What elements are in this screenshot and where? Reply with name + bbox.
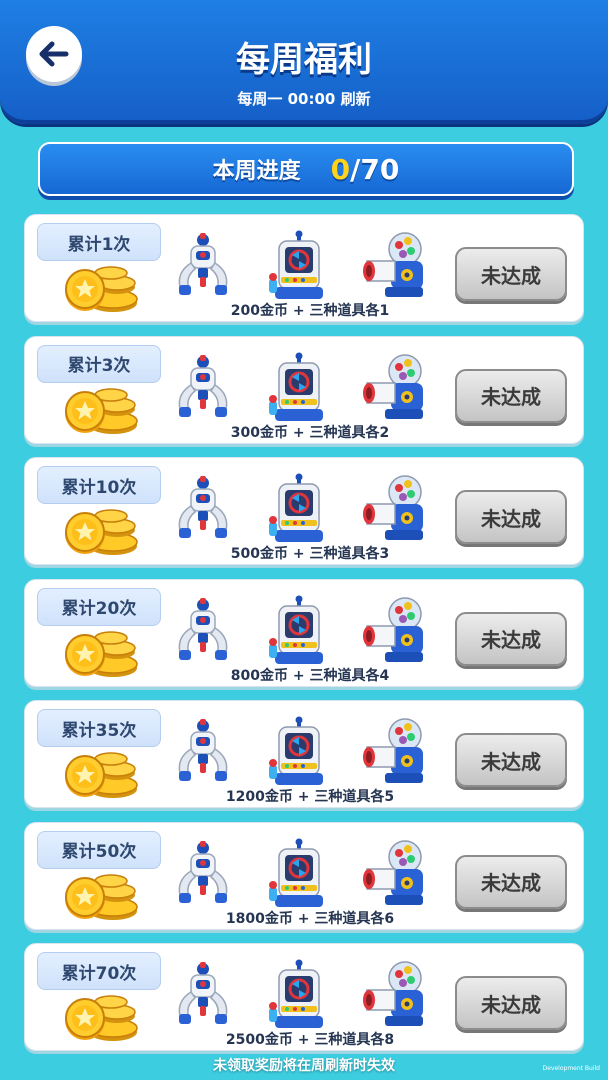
reward-description: 500金币 + 三种道具各3	[175, 543, 445, 563]
dev-build-watermark: Development Build	[542, 1065, 600, 1072]
claw-robot-icon	[178, 962, 228, 1024]
status-label: 未达成	[481, 506, 541, 531]
progress-current: 0	[330, 152, 351, 186]
tier-requirement-badge: 累计20次	[37, 587, 161, 626]
arcade-machine-icon	[269, 352, 323, 421]
claw-robot-icon	[178, 233, 228, 295]
reward-label: 200金币 + 三种道具各1	[230, 303, 390, 319]
reward-tier-list: 累计1次 200金币 + 三种道具各1 未达成 累计3次 300金币 + 三种道…	[24, 214, 584, 1065]
reward-label: 2500金币 + 三种道具各8	[225, 1032, 395, 1048]
reward-description: 800金币 + 三种道具各4	[175, 665, 445, 685]
tier-badge-label: 累计1次	[67, 234, 131, 255]
status-label: 未达成	[481, 385, 541, 409]
expiry-notice: 未领取奖励将在周刷新时失效	[213, 1058, 395, 1074]
tier-requirement-badge: 累计10次	[37, 466, 161, 504]
weekly-progress-bar: 本周进度 0 /70	[38, 142, 574, 196]
ball-cannon-icon	[363, 475, 423, 540]
tier-badge-label: 累计10次	[61, 477, 137, 498]
tier-badge-label: 累计20次	[61, 599, 137, 619]
arcade-machine-icon	[269, 230, 323, 299]
tier-requirement-badge: 累计3次	[37, 344, 161, 383]
gold-coins-icon	[65, 266, 138, 312]
claim-status-button[interactable]: 未达成	[455, 976, 567, 1030]
ball-cannon-icon	[363, 596, 423, 662]
refresh-subtitle: 每周一 00:00 刷新	[237, 90, 371, 108]
gold-coins-icon	[65, 995, 138, 1041]
claim-status-button[interactable]: 未达成	[455, 611, 567, 666]
reward-tier-card: 累计50次 1800金币 + 三种道具各6 未达成	[24, 821, 584, 930]
arcade-machine-icon	[269, 473, 323, 542]
reward-label: 1800金币 + 三种道具各6	[225, 910, 395, 927]
reward-description: 1800金币 + 三种道具各6	[175, 908, 445, 928]
reward-tier-card: 累计20次 800金币 + 三种道具各4 未达成	[24, 578, 584, 687]
claw-robot-icon	[178, 354, 228, 417]
arcade-machine-icon	[269, 959, 323, 1028]
reward-description: 1200金币 + 三种道具各5	[175, 786, 445, 806]
claw-robot-icon	[178, 597, 228, 660]
arcade-machine-icon	[269, 595, 323, 664]
tier-requirement-badge: 累计50次	[37, 830, 161, 869]
tier-badge-label: 累计35次	[61, 720, 137, 741]
reward-label: 500金币 + 三种道具各3	[230, 546, 390, 562]
reward-tier-card: 累计70次 2500金币 + 三种道具各8 未达成	[24, 943, 584, 1051]
progress-label: 本周进度	[212, 159, 301, 184]
claim-status-button[interactable]: 未达成	[455, 368, 567, 423]
ball-cannon-icon	[363, 839, 423, 905]
ball-cannon-icon	[363, 353, 423, 419]
claim-status-button[interactable]: 未达成	[455, 854, 567, 909]
claim-status-button[interactable]: 未达成	[455, 247, 567, 301]
arcade-machine-icon	[269, 716, 323, 785]
reward-label: 300金币 + 三种道具各2	[230, 424, 390, 441]
ball-cannon-icon	[363, 232, 423, 297]
reward-label: 1200金币 + 三种道具各5	[225, 789, 395, 805]
status-label: 未达成	[481, 263, 541, 288]
tier-badge-label: 累计70次	[61, 963, 137, 984]
reward-description: 200金币 + 三种道具各1	[175, 300, 445, 320]
tier-badge-label: 累计3次	[67, 356, 131, 376]
status-label: 未达成	[481, 992, 541, 1017]
gold-coins-icon	[65, 873, 138, 920]
claw-robot-icon	[178, 719, 228, 781]
reward-description: 2500金币 + 三种道具各8	[175, 1029, 445, 1049]
progress-total: /70	[350, 152, 400, 186]
gold-coins-icon	[65, 509, 138, 555]
tier-requirement-badge: 累计35次	[37, 709, 161, 747]
claw-robot-icon	[178, 476, 228, 538]
gold-coins-icon	[65, 630, 138, 677]
gold-coins-icon	[65, 752, 138, 798]
tier-requirement-badge: 累计1次	[37, 223, 161, 261]
ball-cannon-icon	[363, 718, 423, 783]
reward-tier-card: 累计1次 200金币 + 三种道具各1 未达成	[24, 214, 584, 322]
reward-tier-card: 累计3次 300金币 + 三种道具各2 未达成	[24, 335, 584, 444]
status-label: 未达成	[481, 749, 541, 774]
status-label: 未达成	[481, 628, 541, 652]
tier-requirement-badge: 累计70次	[37, 952, 161, 990]
reward-tier-card: 累计10次 500金币 + 三种道具各3 未达成	[24, 457, 584, 565]
claw-robot-icon	[178, 840, 228, 903]
reward-tier-card: 累计35次 1200金币 + 三种道具各5 未达成	[24, 700, 584, 808]
claim-status-button[interactable]: 未达成	[455, 733, 567, 787]
header-bar: 每周福利 每周一 00:00 刷新	[0, 0, 608, 124]
gold-coins-icon	[65, 387, 138, 434]
reward-label: 800金币 + 三种道具各4	[230, 667, 390, 684]
status-label: 未达成	[481, 871, 541, 895]
arcade-machine-icon	[269, 838, 323, 907]
page-title: 每周福利	[236, 40, 372, 80]
claim-status-button[interactable]: 未达成	[455, 490, 567, 544]
ball-cannon-icon	[363, 961, 423, 1026]
reward-description: 300金币 + 三种道具各2	[175, 422, 445, 442]
tier-badge-label: 累计50次	[61, 842, 137, 862]
